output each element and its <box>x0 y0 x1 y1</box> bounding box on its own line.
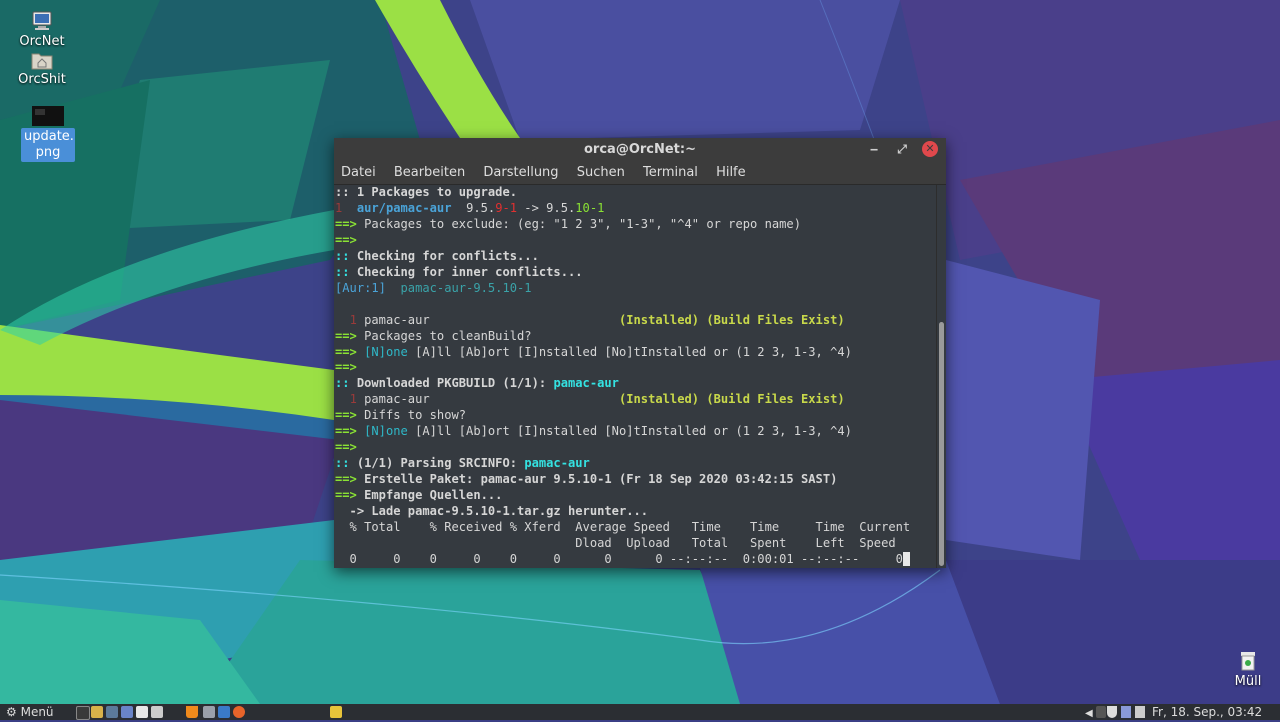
network-launcher-icon[interactable] <box>121 706 133 718</box>
menu-darstellung[interactable]: Darstellung <box>483 165 558 180</box>
terminal-option: [N]one <box>364 424 408 439</box>
bluetooth-icon[interactable] <box>1096 706 1106 718</box>
menu-logo-icon: ⚙ <box>6 705 17 719</box>
terminal-package: pamac-aur <box>524 456 590 471</box>
terminal-window[interactable]: orca@OrcNet:~ ‒ ⤢ ✕ Datei Bearbeiten Dar… <box>334 138 946 568</box>
terminal-line: [A]ll [Ab]ort [I]nstalled [No]tInstalled… <box>415 344 852 359</box>
desktop-icon-label: OrcShit <box>18 72 66 87</box>
screenshot-launcher-icon[interactable] <box>203 706 215 718</box>
terminal-line: Packages to exclude: (eg: "1 2 3", "1-3"… <box>364 216 801 231</box>
mail-launcher-icon[interactable] <box>218 706 230 718</box>
menu-suchen[interactable]: Suchen <box>577 165 625 180</box>
volume-icon[interactable]: ◀ <box>1085 706 1095 719</box>
terminal-arrow: ==> <box>335 232 357 247</box>
terminal-colons: :: <box>335 376 350 391</box>
terminal-line: Erstelle Paket: pamac-aur 9.5.10-1 (Fr 1… <box>364 472 838 487</box>
terminal-colons: :: <box>335 456 350 471</box>
terminal-arrow: ==> <box>335 216 357 231</box>
maximize-icon[interactable]: ⤢ <box>894 141 910 157</box>
desktop-icon-label: Müll <box>1234 674 1262 689</box>
terminal-line: Dload Upload Total Spent Left Speed <box>335 535 896 550</box>
taskbar-window-terminal[interactable] <box>330 706 342 718</box>
start-menu-label: Menü <box>20 705 54 719</box>
terminal-line: Diffs to show? <box>364 408 467 423</box>
terminal-line: Checking for conflicts... <box>356 248 539 263</box>
terminal-text: -> 9.5. <box>517 200 576 215</box>
taskbar-clock[interactable]: Fr, 18. Sep., 03:42 <box>1152 704 1262 720</box>
terminal-text: [Aur:1] <box>335 280 386 295</box>
firefox-launcher-icon[interactable] <box>233 706 245 718</box>
terminal-package: pamac-aur <box>364 392 430 407</box>
terminal-line: Downloaded PKGBUILD (1/1): <box>356 376 547 391</box>
terminal-index: 1 <box>349 312 357 327</box>
terminal-arrow: ==> <box>335 488 357 503</box>
window-title: orca@OrcNet:~ <box>584 142 696 157</box>
terminal-arrow: ==> <box>335 344 357 359</box>
menu-hilfe[interactable]: Hilfe <box>716 165 746 180</box>
terminal-scrollbar[interactable] <box>937 185 946 568</box>
terminal-line: % Total % Received % Xferd Average Speed… <box>335 520 911 535</box>
terminal-line: :: 1 Packages to upgrade. <box>335 185 518 199</box>
terminal-arrow: ==> <box>335 424 357 439</box>
terminal-arrow: ==> <box>335 360 357 375</box>
terminal-status: (Installed) (Build Files Exist) <box>618 312 845 327</box>
menu-datei[interactable]: Datei <box>341 165 376 180</box>
desktop-icon-orcshit[interactable]: OrcShit <box>14 50 70 88</box>
desktop-icon-update-png[interactable]: update. png <box>20 106 76 162</box>
terminal-line: -> Lade pamac-9.5.10-1.tar.gz herunter..… <box>335 504 649 519</box>
terminal-status: (Installed) (Build Files Exist) <box>618 392 845 407</box>
text-editor-launcher-icon[interactable] <box>136 706 148 718</box>
menu-bearbeiten[interactable]: Bearbeiten <box>394 165 465 180</box>
desktop-icon-trash[interactable]: Müll <box>1220 650 1276 690</box>
terminal-line: Checking for inner conflicts... <box>356 264 583 279</box>
file-manager-launcher-icon[interactable] <box>91 706 103 718</box>
terminal-arrow: ==> <box>335 472 357 487</box>
terminal-line: (1/1) Parsing SRCINFO: <box>356 456 518 471</box>
terminal-text: 9.5. <box>466 200 496 215</box>
terminal-line: Empfange Quellen... <box>364 488 503 503</box>
terminal-line: [A]ll [Ab]ort [I]nstalled [No]tInstalled… <box>415 424 852 439</box>
shield-icon[interactable] <box>1107 706 1117 718</box>
terminal-package: aur/pamac-aur <box>356 200 452 215</box>
window-titlebar[interactable]: orca@OrcNet:~ ‒ ⤢ ✕ <box>334 138 946 162</box>
terminal-cursor <box>902 551 911 566</box>
terminal-arrow: ==> <box>335 408 357 423</box>
network-signal-icon[interactable] <box>1121 706 1131 718</box>
terminal-colons: :: <box>335 264 350 279</box>
terminal-colons: :: <box>335 248 350 263</box>
terminal-arrow: ==> <box>335 328 357 343</box>
terminal-text: pamac-aur-9.5.10-1 <box>400 280 532 295</box>
taskbar: ⚙ Menü ◀ Fr, 18. Sep., 03:42 <box>0 704 1280 720</box>
menu-bar: Datei Bearbeiten Darstellung Suchen Term… <box>334 162 946 185</box>
menu-terminal[interactable]: Terminal <box>643 165 698 180</box>
desktop-icon-orcnet[interactable]: OrcNet <box>14 10 70 50</box>
close-icon[interactable]: ✕ <box>922 141 938 157</box>
minimize-icon[interactable]: ‒ <box>866 141 882 157</box>
trash-icon <box>1241 652 1255 671</box>
terminal-package: pamac-aur <box>364 312 430 327</box>
system-monitor-launcher-icon[interactable] <box>106 706 118 718</box>
terminal-index: 1 <box>349 392 357 407</box>
terminal-arrow: ==> <box>335 440 357 455</box>
clipboard-icon[interactable] <box>1135 706 1145 718</box>
calculator-launcher-icon[interactable] <box>151 706 163 718</box>
terminal-option: [N]one <box>364 344 408 359</box>
home-folder-icon <box>31 53 53 70</box>
terminal-launcher-icon[interactable] <box>76 706 90 720</box>
computer-icon <box>32 11 52 30</box>
start-menu-button[interactable]: ⚙ Menü <box>6 704 54 720</box>
terminal-index: 1 <box>335 200 343 215</box>
terminal-output[interactable]: :: 1 Packages to upgrade. 1 aur/pamac-au… <box>334 185 936 568</box>
desktop-icon-label: OrcNet <box>19 34 65 49</box>
scrollbar-thumb[interactable] <box>939 322 944 566</box>
desktop-icon-label: update. png <box>21 128 75 162</box>
terminal-package: pamac-aur <box>553 376 619 391</box>
terminal-line: Packages to cleanBuild? <box>364 328 532 343</box>
image-file-icon <box>32 106 64 126</box>
terminal-text: 9-1 <box>495 200 518 215</box>
vlc-launcher-icon[interactable] <box>186 706 198 718</box>
terminal-line: 0 0 0 0 0 0 0 0 --:--:-- 0:00:01 --:--:-… <box>335 551 903 566</box>
terminal-text: 10-1 <box>575 200 605 215</box>
